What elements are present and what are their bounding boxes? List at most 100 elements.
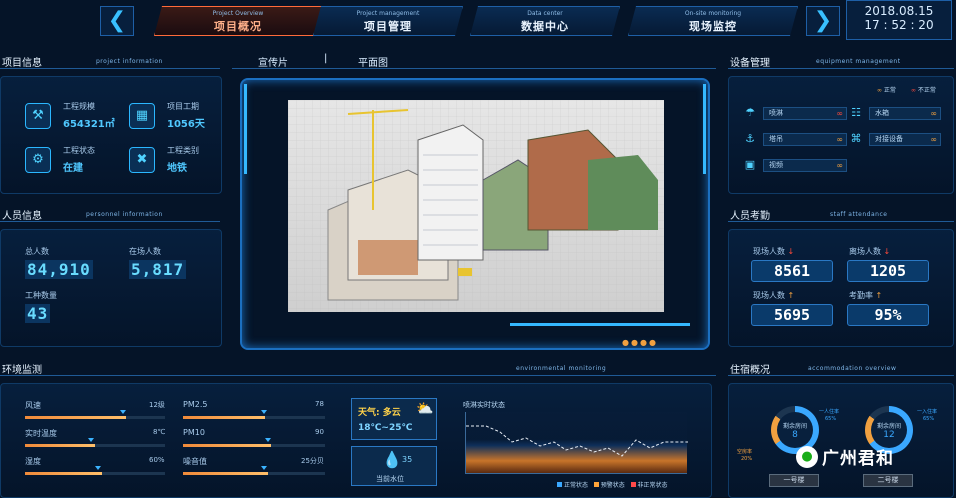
label-text: 考勤率 <box>849 291 873 300</box>
legend-warning-item: 预警状态 <box>593 482 625 489</box>
env-bar-value: 60% <box>149 456 165 464</box>
normal-link-icon: ∞ <box>930 109 937 118</box>
building-render-image <box>288 100 664 312</box>
tab-en-label: Project management <box>356 10 420 17</box>
env-bar-label: 风速 <box>25 401 41 410</box>
bar-fill <box>183 472 269 475</box>
normal-link-icon: ∞ <box>877 87 882 94</box>
device-row-tower-crane[interactable]: 塔吊 ∞ <box>763 133 847 146</box>
legend-normal: ∞ 正常 <box>877 85 896 94</box>
tab-separator: | <box>324 53 328 64</box>
env-bar-label: 湿度 <box>25 457 41 466</box>
device-row-sprinkler[interactable]: 喷淋 ∞ <box>763 107 847 120</box>
drop-icon: 💧 <box>382 450 402 469</box>
divider <box>232 68 716 69</box>
nav-next-button[interactable]: ❯ <box>806 6 840 36</box>
ring-center-label: 剩余房间 <box>782 423 807 430</box>
bar-marker <box>261 466 268 470</box>
legend-label: 非正常状态 <box>637 482 668 489</box>
ring-left-label: 空房率 <box>737 449 753 455</box>
bar-marker <box>120 410 127 414</box>
env-bar-value: 12级 <box>149 401 165 409</box>
divider <box>728 375 954 376</box>
spray-legend: 正常状态 预警状态 非正常状态 <box>557 480 668 489</box>
ring-right-label: 一入住率 <box>917 409 938 415</box>
accommodation-panel: 剩余房间 8 空房率 20% 一人住率 65% 一号楼 剩余房间 12 一入住率… <box>728 383 954 498</box>
onsite-people-label: 在场人数 <box>129 247 161 256</box>
tab-data-center[interactable]: Data center 数据中心 <box>470 6 620 36</box>
project-duration-value: 1056天 <box>167 119 205 130</box>
legend-swatch <box>630 482 636 487</box>
env-bar-value: 90 <box>315 428 324 436</box>
ring-center-value: 12 <box>883 430 895 440</box>
device-row-docking-device[interactable]: 对接设备 ∞ <box>869 133 941 146</box>
onsite-count-2-value: 5695 <box>751 304 833 326</box>
device-row-video[interactable]: 视频 ∞ <box>763 159 847 172</box>
divider <box>0 68 220 69</box>
building1-button[interactable]: 一号楼 <box>769 474 819 487</box>
status-icon: ⚙ <box>25 147 51 173</box>
total-people-label: 总人数 <box>25 247 49 256</box>
bar-marker <box>265 438 272 442</box>
tab-project-management[interactable]: Project management 项目管理 <box>313 6 463 36</box>
ring-right-label: 一人住率 <box>819 409 840 415</box>
image-pagination-dots[interactable]: ●●●● <box>622 338 658 347</box>
accommodation-title: 住宿概况 <box>730 365 770 376</box>
tab-onsite-monitoring[interactable]: On-site monitoring 现场监控 <box>628 6 798 36</box>
accommodation-subtitle: Accommodation overview <box>808 365 897 372</box>
noise-bar <box>183 466 325 475</box>
abnormal-link-icon: ∞ <box>911 87 916 94</box>
camera-icon: ▣ <box>744 158 756 171</box>
normal-link-icon: ∞ <box>930 135 937 144</box>
personnel-subtitle: Personnel information <box>86 211 163 218</box>
tab-promo-video[interactable]: 宣传片 <box>258 54 288 69</box>
label-text: 现场人数 <box>753 291 785 300</box>
divider <box>0 221 220 222</box>
departed-count-label: 离场人数 ↓ <box>849 246 890 257</box>
normal-link-icon: ∞ <box>836 161 843 170</box>
tab-en-label: On-site monitoring <box>684 10 742 17</box>
device-icon: ⌘ <box>850 132 862 145</box>
device-label: 水箱 <box>875 109 889 117</box>
divider <box>728 221 954 222</box>
ring-right-value: 65% <box>825 416 837 422</box>
equipment-subtitle: Equipment management <box>816 58 901 65</box>
project-scale-value: 654321㎡ <box>63 119 115 130</box>
project-duration-label: 项目工期 <box>167 102 199 111</box>
sprinkler-icon: ☂ <box>745 106 755 119</box>
env-bar-label: 实时温度 <box>25 429 57 438</box>
tab-en-label: Data center <box>527 10 563 17</box>
device-label: 塔吊 <box>769 135 783 143</box>
pm25-bar <box>183 410 325 419</box>
tab-floor-plan[interactable]: 平面图 <box>358 54 388 69</box>
tab-zh-label: 现场监控 <box>689 20 737 33</box>
trend-up-icon: ↑ <box>787 291 795 300</box>
tab-zh-label: 项目管理 <box>364 20 412 33</box>
legend-normal-label: 正常 <box>883 87 896 94</box>
tab-project-overview[interactable]: Project Overview 项目概况 <box>154 6 322 36</box>
tower-crane-icon: ⚓ <box>745 132 755 145</box>
building2-button[interactable]: 二号楼 <box>863 474 913 487</box>
frame-glow-bottom <box>510 323 690 326</box>
work-types-value: 43 <box>25 304 51 323</box>
bar-fill <box>25 444 95 447</box>
env-bar-value: 8℃ <box>153 428 166 436</box>
onsite-people-value: 5,817 <box>129 260 187 279</box>
device-label: 视频 <box>769 161 783 169</box>
bar-marker <box>95 466 101 470</box>
cloud-sun-icon: ⛅ <box>416 401 434 417</box>
time-text: 17 : 52 : 20 <box>864 18 934 32</box>
divider <box>0 375 716 376</box>
tab-zh-label: 项目概况 <box>214 20 262 33</box>
nav-prev-button[interactable]: ❮ <box>100 6 134 36</box>
bar-fill <box>183 416 266 419</box>
env-subtitle: Environmental monitoring <box>516 365 607 372</box>
weather-card: 天气: 多云 ⛅ 18℃~25℃ <box>351 398 437 440</box>
tab-zh-label: 数据中心 <box>521 20 569 33</box>
equipment-title: 设备管理 <box>730 58 770 69</box>
legend-abnormal-item: 非正常状态 <box>630 482 668 489</box>
attendance-title: 人员考勤 <box>730 211 770 222</box>
legend-abnormal-label: 不正常 <box>917 87 936 94</box>
ring-center: 剩余房间 12 <box>871 412 907 448</box>
device-row-water-tank[interactable]: 水箱 ∞ <box>869 107 941 120</box>
